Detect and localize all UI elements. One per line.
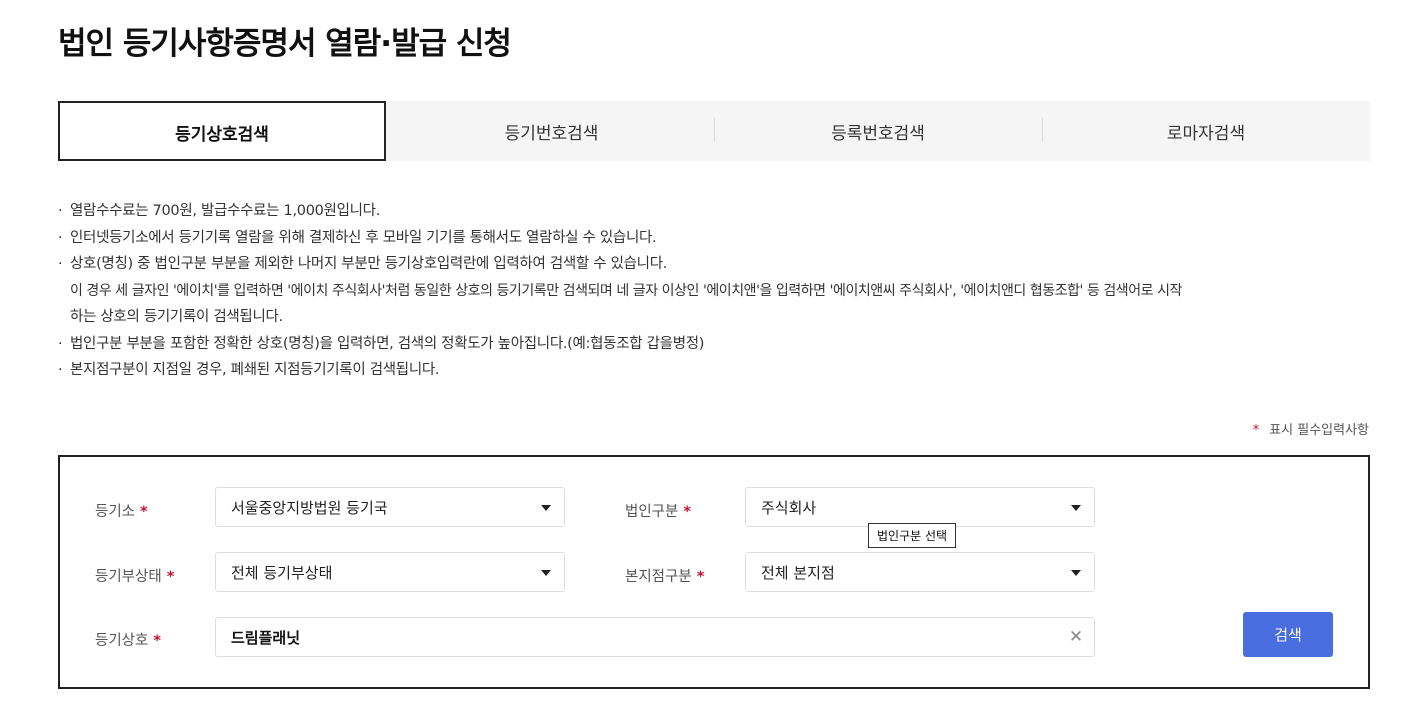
branch-select-value: 전체 본지점: [761, 563, 835, 582]
tab-divider: [714, 118, 715, 142]
notice-item: · 본지점구분이 지점일 경우, 폐쇄된 지점등기기록이 검색됩니다.: [58, 357, 1378, 384]
tab-company-name-search[interactable]: 등기상호검색: [58, 101, 386, 161]
required-mark: *: [153, 633, 161, 649]
required-star: *: [1252, 423, 1260, 438]
caret-down-icon: [541, 570, 551, 576]
company-name-input[interactable]: 드림플래닛 ✕: [215, 617, 1095, 657]
company-name-input-value: 드림플래닛: [231, 628, 301, 647]
notice-item: · 상호(명칭) 중 법인구분 부분을 제외한 나머지 부분만 등기상호입력란에…: [58, 251, 1378, 331]
company-name-label: 등기상호 *: [95, 629, 161, 650]
tab-label: 등록번호검색: [831, 123, 925, 144]
bullet: ·: [58, 362, 63, 378]
registry-label: 등기소 *: [95, 500, 148, 521]
status-label: 등기부상태 *: [95, 565, 174, 586]
corp-type-select[interactable]: 주식회사: [745, 487, 1095, 527]
label-text: 등기부상태: [95, 569, 162, 585]
status-select-value: 전체 등기부상태: [231, 563, 333, 582]
clear-icon[interactable]: ✕: [1067, 627, 1085, 647]
label-text: 법인구분: [625, 504, 679, 520]
required-mark: *: [140, 504, 148, 520]
notice-text: 이 경우 세 글자인 '에이치'를 입력하면 '에이치 주식회사'처럼 동일한 …: [70, 282, 1182, 299]
registry-select-value: 서울중앙지방법원 등기국: [231, 498, 388, 517]
bullet: ·: [58, 335, 63, 352]
bullet: ·: [58, 229, 63, 246]
required-note-text: 표시 필수입력사항: [1269, 423, 1369, 438]
notice-text: 상호(명칭) 중 법인구분 부분을 제외한 나머지 부분만 등기상호입력란에 입…: [70, 256, 668, 272]
tab-registration-number-search[interactable]: 등록번호검색: [714, 101, 1042, 161]
tab-registry-number-search[interactable]: 등기번호검색: [389, 101, 714, 161]
notice-item: · 법인구분 부분을 포함한 정확한 상호(명칭)을 입력하면, 검색의 정확도…: [58, 331, 1378, 358]
page-title: 법인 등기사항증명서 열람·발급 신청: [58, 26, 512, 62]
caret-down-icon: [1071, 570, 1081, 576]
label-text: 등기상호: [95, 633, 149, 649]
label-text: 등기소: [95, 504, 136, 520]
branch-select[interactable]: 전체 본지점: [745, 552, 1095, 592]
tab-roman-search[interactable]: 로마자검색: [1042, 101, 1370, 161]
caret-down-icon: [541, 505, 551, 511]
notice-item: · 인터넷등기소에서 등기기록 열람을 위해 결제하신 후 모바일 기기를 통해…: [58, 225, 1378, 252]
corp-type-label: 법인구분 *: [625, 500, 691, 521]
notice-text: 본지점구분이 지점일 경우, 폐쇄된 지점등기기록이 검색됩니다.: [70, 362, 440, 378]
status-select[interactable]: 전체 등기부상태: [215, 552, 565, 592]
notice-text: 인터넷등기소에서 등기기록 열람을 위해 결제하신 후 모바일 기기를 통해서도…: [70, 229, 657, 246]
notice-item: · 열람수수료는 700원, 발급수수료는 1,000원입니다.: [58, 198, 1378, 225]
notice-text: 법인구분 부분을 포함한 정확한 상호(명칭)을 입력하면, 검색의 정확도가 …: [70, 335, 705, 352]
notice-text: 열람수수료는 700원, 발급수수료는 1,000원입니다.: [70, 203, 381, 219]
required-mark: *: [166, 569, 175, 585]
notice-list: · 열람수수료는 700원, 발급수수료는 1,000원입니다. · 인터넷등기…: [58, 198, 1378, 384]
search-button[interactable]: 검색: [1243, 612, 1333, 657]
required-fields-note: * 표시 필수입력사항: [1253, 419, 1369, 438]
required-mark: *: [683, 504, 691, 520]
branch-label: 본지점구분 *: [625, 565, 704, 586]
corp-type-tooltip: 법인구분 선택: [868, 523, 957, 548]
search-form: 등기소 * 서울중앙지방법원 등기국 법인구분 * 주식회사 법인구분 선택 등기부…: [58, 455, 1370, 689]
bullet: ·: [58, 256, 63, 272]
tab-label: 등기번호검색: [504, 123, 599, 144]
tab-label: 로마자검색: [1166, 123, 1246, 144]
tab-label: 등기상호검색: [175, 125, 269, 145]
bullet: ·: [58, 203, 63, 219]
caret-down-icon: [1071, 505, 1081, 511]
registry-select[interactable]: 서울중앙지방법원 등기국: [215, 487, 565, 527]
label-text: 본지점구분: [625, 569, 692, 585]
corp-type-select-value: 주식회사: [761, 498, 817, 517]
notice-text: 하는 상호의 등기기록이 검색됩니다.: [70, 309, 283, 325]
search-tabs: 등기상호검색 등기번호검색 등록번호검색 로마자검색: [58, 101, 1370, 161]
required-mark: *: [696, 569, 705, 585]
tab-divider: [1042, 118, 1043, 142]
